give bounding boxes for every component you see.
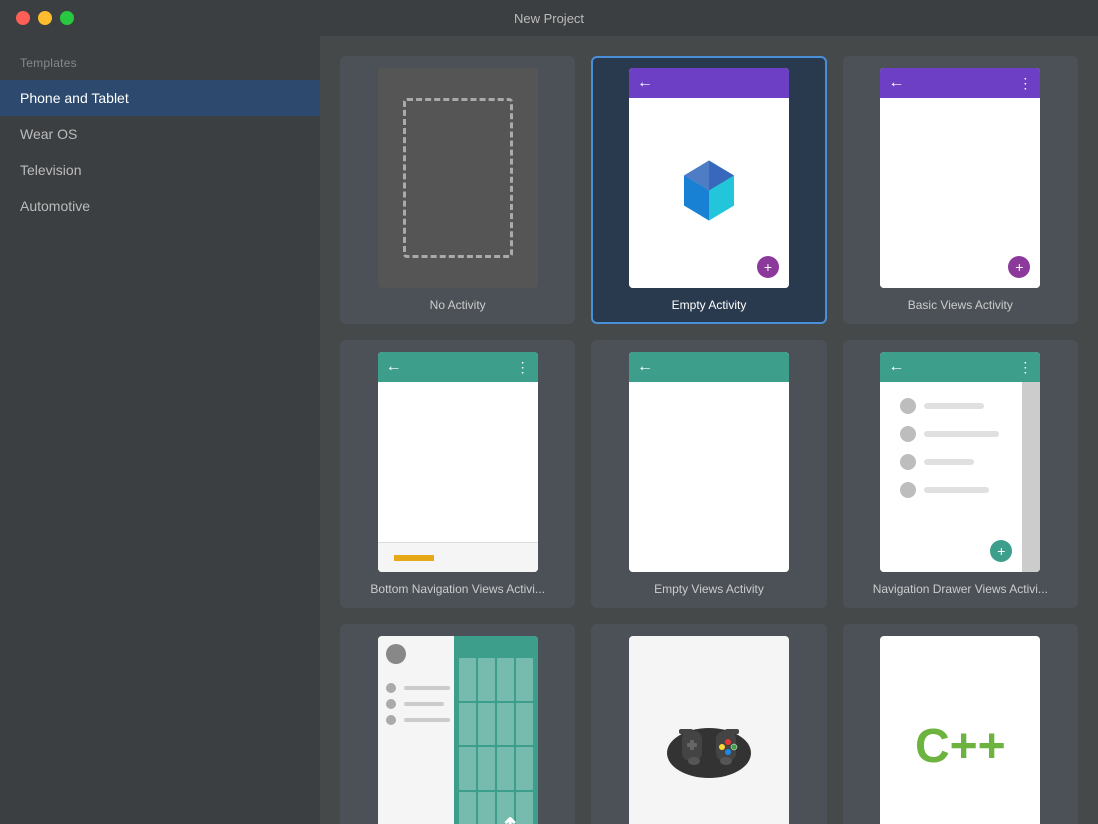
close-button[interactable] [16,11,30,25]
sidebar-item-automotive[interactable]: Automotive [0,188,320,224]
back-arrow-icon2: ← [888,74,904,92]
basic-views-toolbar: ← ⋮ [880,68,1040,98]
empty-views-toolbar: ← [629,352,789,382]
basic-views-body: + [880,98,1040,288]
cpp-text: C++ [915,719,1006,774]
nav-drawer-fab: + [990,540,1012,562]
basic-views-fab: + [1008,256,1030,278]
template-nav-drawer[interactable]: ← ⋮ + [843,340,1078,608]
nav-drawer-toolbar: ← ⋮ [880,352,1040,382]
nav-drawer-list [880,382,1040,514]
content-area: No Activity ← [320,36,1098,824]
chart-grid [459,658,534,824]
cpp-preview-inner: C++ [880,636,1040,824]
templates-grid: No Activity ← [340,56,1078,824]
responsive-views-preview: ↗ + [378,636,538,824]
empty-views-body [629,382,789,572]
template-basic-views[interactable]: ← ⋮ + Basic Views Activity [843,56,1078,324]
minimize-button[interactable] [38,11,52,25]
dots-icon2: ⋮ [516,359,530,376]
game-controller-svg [664,711,754,781]
template-responsive-views[interactable]: ↗ + Responsive Views Activity [340,624,575,824]
maximize-button[interactable] [60,11,74,25]
bottom-nav-bar [378,542,538,572]
no-activity-label: No Activity [430,298,486,312]
sidebar-item-phone-tablet[interactable]: Phone and Tablet [0,80,320,116]
empty-views-preview: ← [629,352,789,572]
main-container: Templates Phone and Tablet Wear OS Telev… [0,36,1098,824]
back-arrow-icon5: ← [888,358,904,376]
nav-drawer-preview: ← ⋮ + [880,352,1040,572]
sidebar-item-wear-os[interactable]: Wear OS [0,116,320,152]
empty-views-label: Empty Views Activity [654,582,764,596]
bottom-nav-preview: ← ⋮ [378,352,538,572]
back-arrow-icon3: ← [386,358,402,376]
chart-avatar [386,644,406,664]
empty-activity-toolbar: ← [629,68,789,98]
template-empty-activity[interactable]: ← [591,56,826,324]
empty-activity-preview: ← [629,68,789,288]
sidebar: Templates Phone and Tablet Wear OS Telev… [0,36,320,824]
android-logo [674,156,744,231]
template-native-cpp[interactable]: C++ Native C++ [843,624,1078,824]
nav-drawer-label: Navigation Drawer Views Activi... [873,582,1048,596]
chart-left-panel [378,636,458,824]
back-arrow-icon4: ← [637,358,653,376]
window-controls [16,11,74,25]
basic-views-label: Basic Views Activity [908,298,1013,312]
chart-right-panel: ↗ [454,636,537,824]
chart-preview-inner: ↗ + [378,636,538,824]
sidebar-item-television[interactable]: Television [0,152,320,188]
back-arrow-icon: ← [637,74,653,92]
template-game-activity[interactable]: Game Activity [591,624,826,824]
empty-activity-fab: + [757,256,779,278]
template-bottom-nav[interactable]: ← ⋮ Bottom Navigation Views Activi... [340,340,575,608]
template-no-activity[interactable]: No Activity [340,56,575,324]
bottom-nav-label: Bottom Navigation Views Activi... [370,582,545,596]
dots-icon3: ⋮ [1018,359,1032,376]
bottom-nav-body [378,382,538,572]
nav-drawer-body: + [880,382,1040,572]
dots-icon: ⋮ [1018,75,1032,92]
native-cpp-preview: C++ [880,636,1040,824]
drawer-side-panel [1022,382,1040,572]
basic-views-preview: ← ⋮ + [880,68,1040,288]
bottom-nav-toolbar: ← ⋮ [378,352,538,382]
no-activity-preview [378,68,538,288]
titlebar: New Project [0,0,1098,36]
game-activity-preview [629,636,789,824]
bottom-nav-indicator [394,555,434,561]
empty-activity-body: + [629,98,789,288]
template-empty-views[interactable]: ← Empty Views Activity [591,340,826,608]
empty-activity-label: Empty Activity [672,298,747,312]
sidebar-section-label: Templates [0,48,320,80]
game-controller-inner [629,636,789,824]
window-title: New Project [514,11,584,26]
